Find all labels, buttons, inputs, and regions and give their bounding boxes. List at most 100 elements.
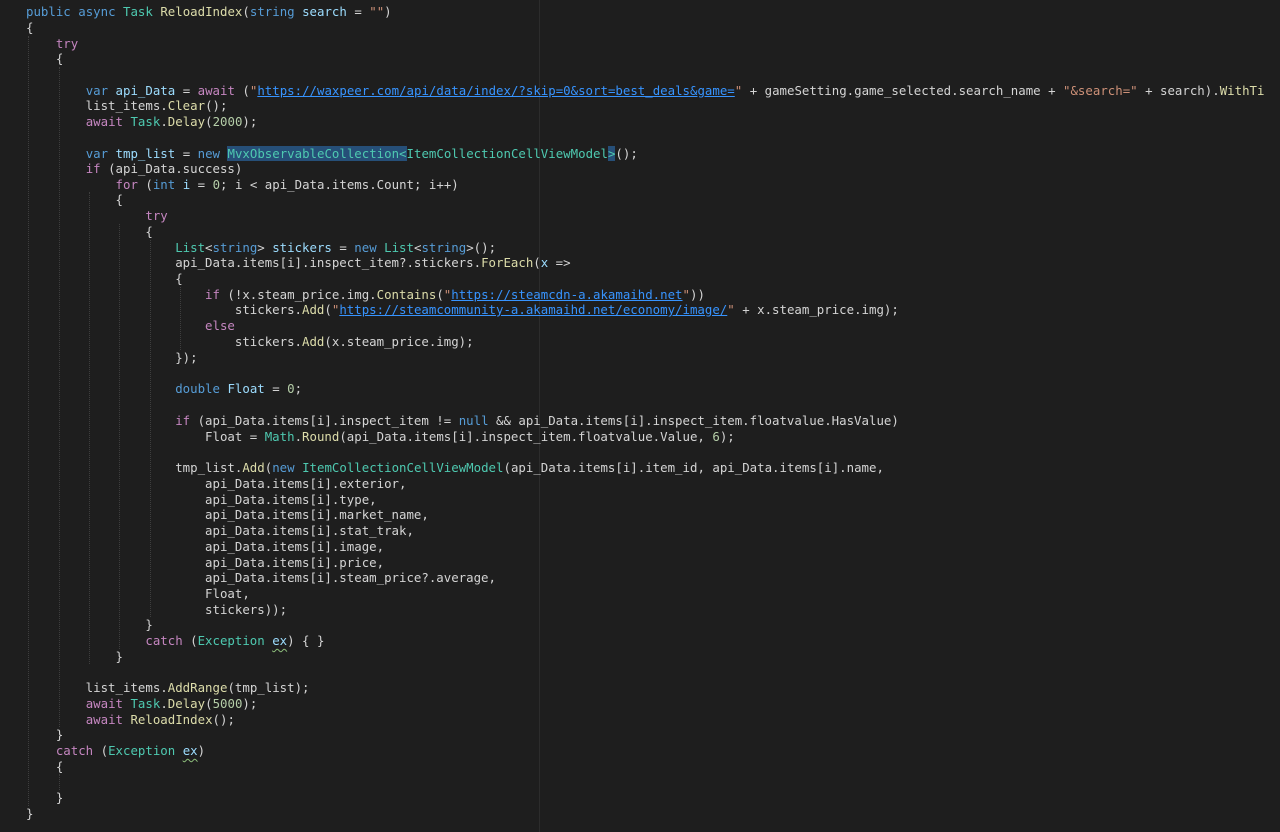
- code-line[interactable]: if (api_Data.items[i].inspect_item != nu…: [26, 413, 899, 428]
- code-line[interactable]: api_Data.items[i].image,: [26, 539, 384, 554]
- code-token: }: [26, 790, 64, 805]
- code-line[interactable]: if (!x.steam_price.img.Contains("https:/…: [26, 287, 705, 302]
- code-line[interactable]: stickers.Add(x.steam_price.img);: [26, 334, 474, 349]
- code-line[interactable]: {: [26, 192, 123, 207]
- code-line[interactable]: var api_Data = await ("https://waxpeer.c…: [26, 83, 1265, 98]
- code-link[interactable]: https://steamcommunity-a.akamaihd.net/ec…: [339, 302, 727, 317]
- code-line[interactable]: else: [26, 318, 235, 333]
- code-token: tmp_list: [115, 146, 176, 161]
- code-token: api_Data.items[i].steam_price?.average,: [26, 570, 496, 585]
- code-token: Float =: [26, 429, 265, 444]
- code-token: ) { }: [287, 633, 325, 648]
- code-line[interactable]: catch (Exception ex) { }: [26, 633, 324, 648]
- code-line[interactable]: api_Data.items[i].stat_trak,: [26, 523, 414, 538]
- code-line[interactable]: api_Data.items[i].inspect_item?.stickers…: [26, 255, 570, 270]
- code-line[interactable]: }: [26, 806, 33, 821]
- code-token: ();: [212, 712, 235, 727]
- code-line[interactable]: {: [26, 20, 33, 35]
- code-token: new: [354, 240, 377, 255]
- code-token: api_Data.items[i].price,: [26, 555, 385, 570]
- code-line[interactable]: catch (Exception ex): [26, 743, 205, 758]
- code-link[interactable]: https://waxpeer.com/api/data/index/?skip…: [257, 83, 734, 98]
- code-line[interactable]: }: [26, 790, 63, 805]
- code-line[interactable]: for (int i = 0; i < api_Data.items.Count…: [26, 177, 459, 192]
- code-token: ();: [615, 146, 638, 161]
- indent-guide: [59, 774, 60, 790]
- code-line[interactable]: var tmp_list = new MvxObservableCollecti…: [26, 146, 638, 161]
- code-line[interactable]: list_items.AddRange(tmp_list);: [26, 680, 310, 695]
- code-token: Float: [227, 381, 265, 396]
- code-token: ReloadIndex: [130, 712, 213, 727]
- code-line[interactable]: api_Data.items[i].market_name,: [26, 507, 429, 522]
- code-token: >: [257, 240, 273, 255]
- code-line[interactable]: }: [26, 617, 152, 632]
- code-token: var: [85, 83, 109, 98]
- code-token: ItemCollectionCellViewModel: [406, 146, 608, 161]
- code-token: {: [26, 271, 183, 286]
- code-line[interactable]: api_Data.items[i].price,: [26, 555, 384, 570]
- code-line[interactable]: Float,: [26, 586, 250, 601]
- code-token: .: [160, 114, 168, 129]
- code-line[interactable]: {: [26, 759, 63, 774]
- code-token: (: [324, 302, 332, 317]
- code-token: Clear: [167, 98, 206, 113]
- code-token: (tmp_list);: [227, 680, 310, 695]
- code-line[interactable]: Float = Math.Round(api_Data.items[i].ins…: [26, 429, 735, 444]
- code-token: && api_Data.items[i].inspect_item.floatv…: [488, 413, 899, 428]
- code-line[interactable]: List<string> stickers = new List<string>…: [26, 240, 496, 255]
- code-token: }: [26, 649, 123, 664]
- code-line[interactable]: {: [26, 271, 183, 286]
- code-token: =: [175, 146, 198, 161]
- code-token: AddRange: [167, 680, 228, 695]
- code-line[interactable]: try: [26, 208, 167, 223]
- code-line[interactable]: api_Data.items[i].type,: [26, 492, 377, 507]
- code-line[interactable]: await Task.Delay(2000);: [26, 114, 258, 129]
- code-line[interactable]: await ReloadIndex();: [26, 712, 235, 727]
- code-link[interactable]: https://steamcdn-a.akamaihd.net: [451, 287, 682, 302]
- code-token: var: [85, 146, 109, 161]
- code-line[interactable]: }: [26, 649, 123, 664]
- code-token: + x.steam_price.img);: [734, 302, 899, 317]
- code-line[interactable]: }: [26, 727, 63, 742]
- code-line[interactable]: tmp_list.Add(new ItemCollectionCellViewM…: [26, 460, 884, 475]
- code-line[interactable]: });: [26, 350, 197, 365]
- code-token: ReloadIndex: [160, 4, 243, 19]
- code-token: =: [190, 177, 213, 192]
- code-line[interactable]: if (api_Data.success): [26, 161, 243, 176]
- code-token: Exception: [108, 743, 176, 758]
- code-token: 2000: [212, 114, 243, 129]
- code-line[interactable]: api_Data.items[i].steam_price?.average,: [26, 570, 496, 585]
- code-line[interactable]: await Task.Delay(5000);: [26, 696, 258, 711]
- code-token: Delay: [167, 696, 206, 711]
- code-token: "": [369, 4, 385, 19]
- code-line[interactable]: public async Task ReloadIndex(string sea…: [26, 4, 392, 19]
- code-token: null: [458, 413, 489, 428]
- code-token: + search).: [1137, 83, 1220, 98]
- code-line[interactable]: {: [26, 51, 63, 66]
- code-token: Float,: [26, 586, 250, 601]
- code-line[interactable]: list_items.Clear();: [26, 98, 228, 113]
- code-token: api_Data.items[i].stat_trak,: [26, 523, 414, 538]
- code-line[interactable]: {: [26, 224, 152, 239]
- code-token: await: [85, 712, 123, 727]
- code-token: + gameSetting.game_selected.search_name …: [742, 83, 1064, 98]
- code-token: =: [175, 83, 198, 98]
- code-token: stickers.: [26, 334, 303, 349]
- code-token: Task: [130, 696, 161, 711]
- code-token: (: [182, 633, 198, 648]
- code-line[interactable]: double Float = 0;: [26, 381, 302, 396]
- code-line[interactable]: stickers.Add("https://steamcommunity-a.a…: [26, 302, 899, 317]
- code-editor[interactable]: public async Task ReloadIndex(string sea…: [0, 0, 1280, 832]
- code-token: =: [264, 381, 288, 396]
- code-token: list_items.: [26, 680, 168, 695]
- code-line[interactable]: try: [26, 36, 78, 51]
- code-line[interactable]: stickers));: [26, 602, 287, 617]
- code-token: stickers.: [26, 302, 303, 317]
- code-token: Task: [123, 4, 153, 19]
- code-line[interactable]: api_Data.items[i].exterior,: [26, 476, 406, 491]
- code-token: api_Data.items[i].market_name,: [26, 507, 429, 522]
- code-token: await: [85, 114, 123, 129]
- code-token: for: [115, 177, 138, 192]
